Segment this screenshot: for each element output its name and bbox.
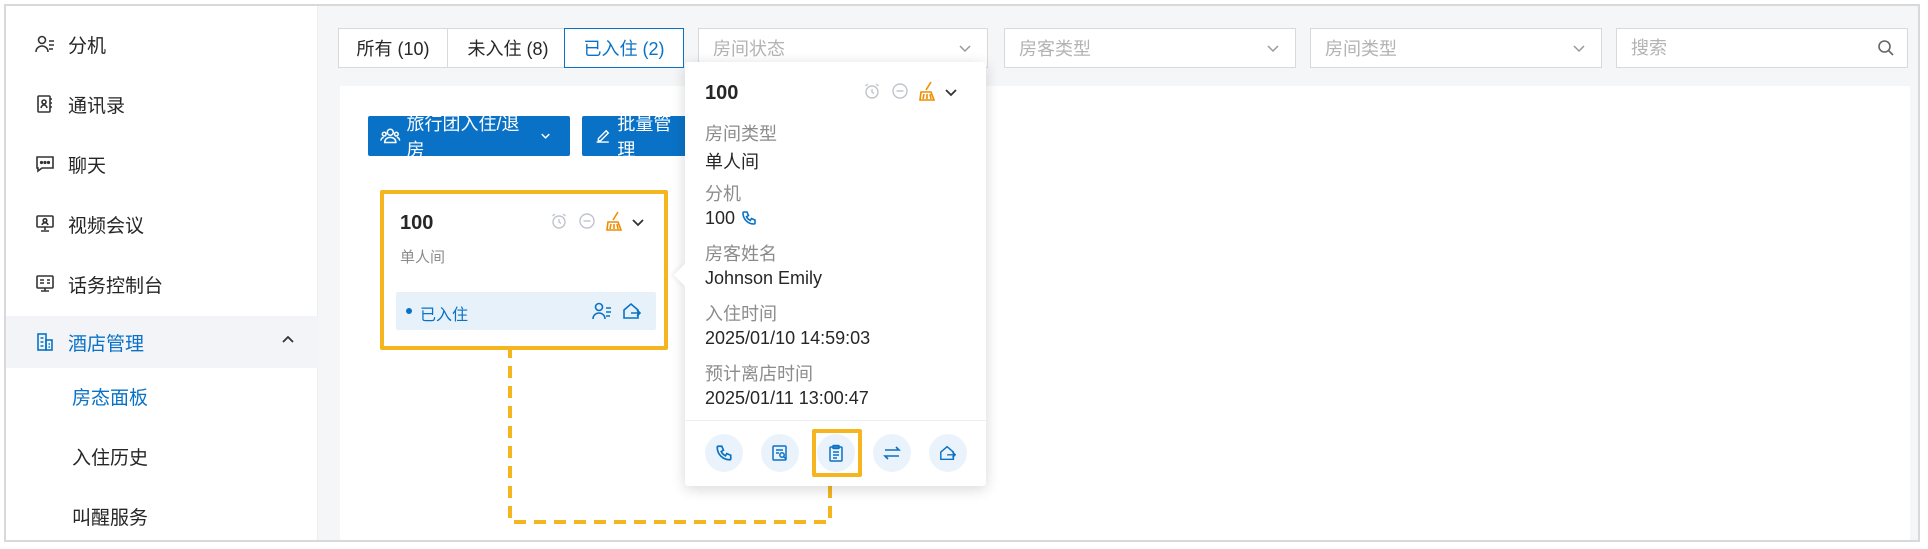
room-notes-button-highlight — [812, 429, 862, 477]
sidebar-item-label: 通讯录 — [68, 95, 126, 117]
swap-arrows-icon — [883, 446, 901, 460]
phone-icon — [716, 445, 732, 461]
chevron-down-icon — [1265, 40, 1281, 61]
room-card-highlight — [380, 190, 668, 350]
sidebar-item-label: 话务控制台 — [68, 275, 164, 297]
room-detail-popover: 100 房间类型 单人间 分机 100 房客姓名 Johnson Emily 入… — [673, 62, 986, 486]
cleaning-broom-icon[interactable] — [917, 80, 939, 102]
tab-checked-in[interactable]: 已入住 (2) — [564, 28, 684, 68]
chat-icon — [34, 153, 56, 175]
sidebar-item-contacts[interactable]: 通讯录 — [6, 78, 318, 130]
sidebar-item-label: 分机 — [68, 35, 107, 57]
checkin-time-value: 2025/01/10 14:59:03 — [705, 328, 871, 348]
guest-name-value: Johnson Emily — [705, 268, 823, 288]
room-type-select[interactable]: 房间类型 — [1310, 28, 1602, 68]
guest-name-label: 房客姓名 — [705, 244, 777, 264]
extension-label: 分机 — [705, 184, 741, 204]
chevron-down-icon[interactable] — [943, 84, 959, 100]
chevron-down-icon — [541, 133, 550, 139]
record-search-icon — [772, 445, 787, 461]
sidebar-item-video-conference[interactable]: 视频会议 — [6, 198, 318, 250]
user-list-icon — [34, 33, 56, 55]
do-not-disturb-icon — [891, 82, 909, 100]
group-users-icon — [380, 128, 401, 144]
hotel-building-icon — [34, 331, 56, 353]
video-conference-icon — [34, 213, 56, 235]
popover-room-number: 100 — [705, 82, 739, 104]
phone-icon[interactable] — [741, 210, 757, 226]
billing-records-button[interactable] — [761, 434, 799, 472]
tab-all[interactable]: 所有 (10) — [338, 28, 448, 68]
edit-icon — [596, 129, 610, 143]
chevron-down-icon — [957, 40, 973, 61]
change-room-button[interactable] — [873, 434, 911, 472]
checkin-time-label: 入住时间 — [705, 304, 777, 324]
operator-console-icon — [34, 273, 56, 295]
sidebar-subitem-room-status-board[interactable]: 房态面板 — [6, 372, 318, 420]
sidebar: 分机 通讯录 聊天 视频会议 话务控制台 酒店管理 房态面板 入住历史 叫醒服务 — [6, 6, 318, 540]
guest-type-select[interactable]: 房客类型 — [1004, 28, 1296, 68]
room-type-value: 单人间 — [705, 152, 759, 172]
chevron-down-icon — [1571, 40, 1587, 61]
batch-manage-button[interactable]: 批量管理 — [582, 114, 692, 160]
sidebar-subitem-wakeup-service[interactable]: 叫醒服务 — [6, 492, 318, 540]
app-window: 分机 通讯录 聊天 视频会议 话务控制台 酒店管理 房态面板 入住历史 叫醒服务… — [4, 4, 1920, 542]
sidebar-item-extensions[interactable]: 分机 — [6, 18, 318, 70]
contacts-book-icon — [34, 93, 56, 115]
chevron-up-icon — [280, 332, 296, 354]
sidebar-item-operator-console[interactable]: 话务控制台 — [6, 258, 318, 310]
sidebar-item-label: 聊天 — [68, 155, 107, 177]
sidebar-item-label: 酒店管理 — [68, 333, 145, 355]
checkout-time-label: 预计离店时间 — [705, 364, 813, 384]
checkout-icon — [940, 445, 957, 461]
sidebar-item-hotel-management[interactable]: 酒店管理 — [6, 316, 318, 368]
extension-value: 100 — [705, 208, 736, 228]
search-input[interactable] — [1617, 29, 1907, 67]
alarm-clock-icon — [863, 82, 881, 100]
tab-not-checked-in[interactable]: 未入住 (8) — [447, 28, 569, 68]
call-button[interactable] — [705, 434, 743, 472]
sidebar-item-label: 视频会议 — [68, 215, 145, 237]
checkout-button[interactable] — [929, 434, 967, 472]
search-box — [1616, 28, 1908, 68]
sidebar-subitem-checkin-history[interactable]: 入住历史 — [6, 432, 318, 480]
room-type-label: 房间类型 — [705, 124, 777, 144]
checkout-time-value: 2025/01/11 13:00:47 — [705, 388, 869, 408]
search-icon[interactable] — [1877, 39, 1895, 62]
sidebar-item-chat[interactable]: 聊天 — [6, 138, 318, 190]
group-checkin-checkout-button[interactable]: 旅行团入住/退房 — [368, 114, 570, 160]
